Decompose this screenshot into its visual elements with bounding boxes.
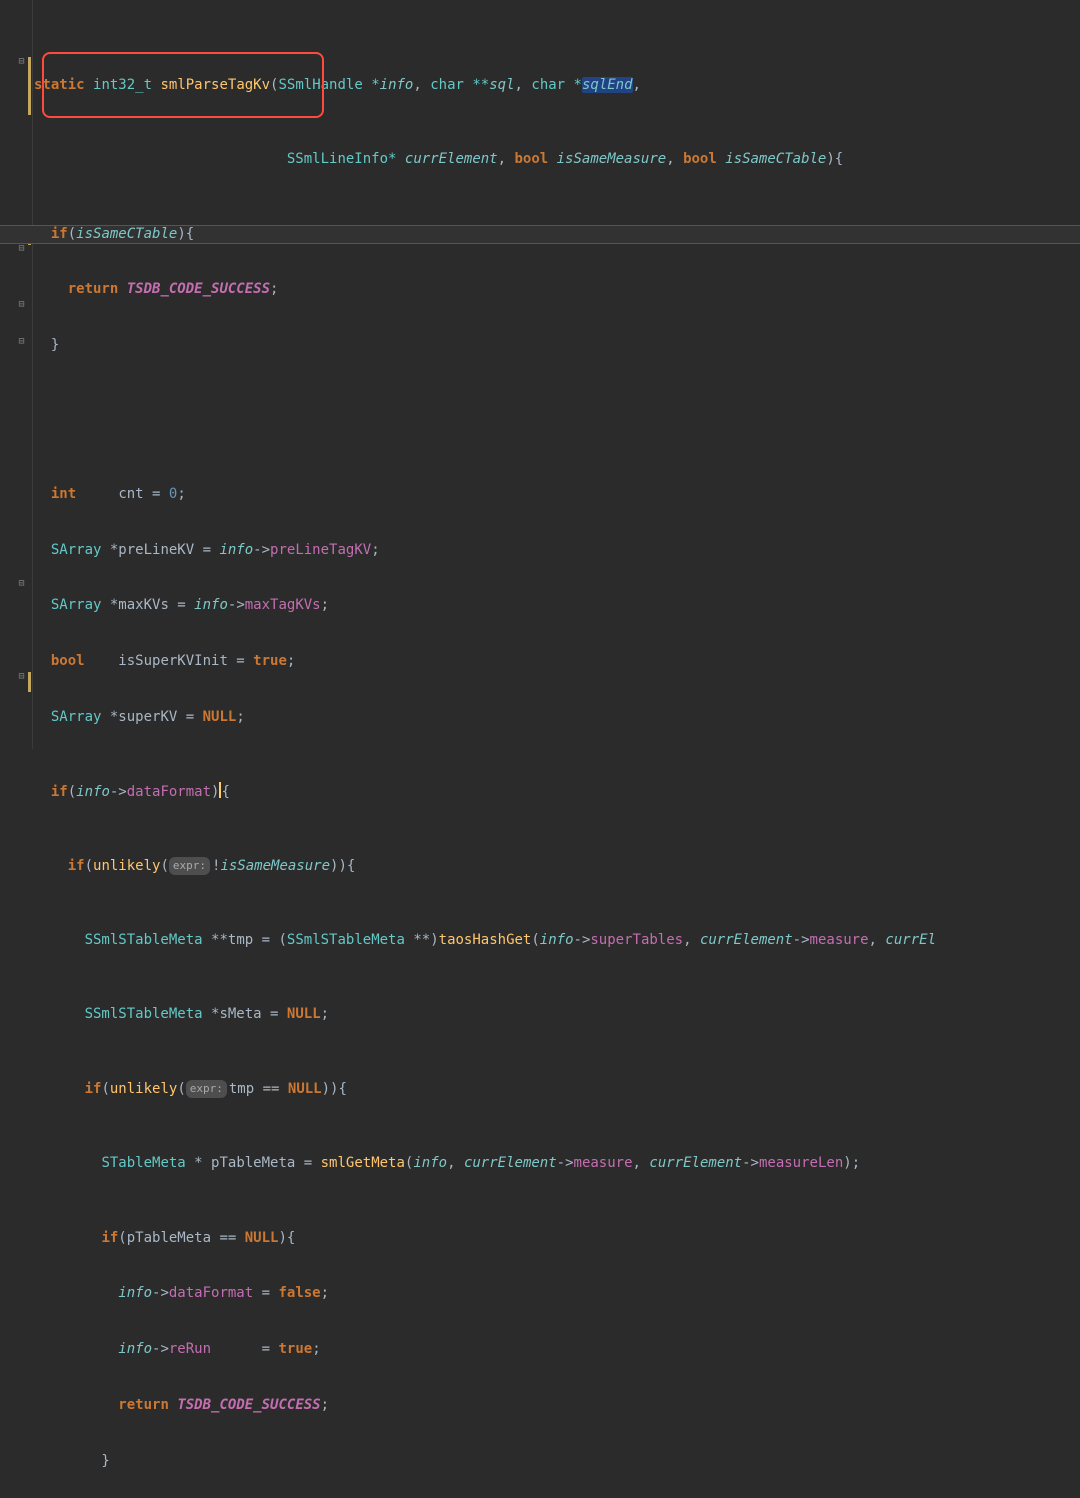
code-line[interactable]: [34, 410, 1080, 429]
fold-icon[interactable]: ⊟: [17, 300, 26, 309]
code-line[interactable]: STableMeta * pTableMeta = smlGetMeta(inf…: [34, 1154, 1080, 1173]
code-line[interactable]: }: [34, 1452, 1080, 1471]
change-marker: [28, 672, 31, 692]
code-line[interactable]: return TSDB_CODE_SUCCESS;: [34, 280, 1080, 299]
param-hint: expr:: [169, 857, 210, 876]
fold-icon[interactable]: ⊟: [17, 337, 26, 346]
code-content[interactable]: static int32_t smlParseTagKv(SSmlHandle …: [34, 20, 1080, 1498]
code-line[interactable]: SArray *maxKVs = info->maxTagKVs;: [34, 596, 1080, 615]
fold-icon[interactable]: ⊟: [17, 672, 26, 681]
code-line[interactable]: }: [34, 336, 1080, 355]
gutter: ⊟ ⊟ ⊟ ⊟ ⊟ ⊟ ⊟: [0, 0, 33, 749]
code-line[interactable]: static int32_t smlParseTagKv(SSmlHandle …: [34, 76, 1080, 95]
code-line[interactable]: SArray *preLineKV = info->preLineTagKV;: [34, 541, 1080, 560]
caret: [219, 782, 221, 798]
code-line[interactable]: if(unlikely(expr:tmp == NULL)){: [34, 1080, 1080, 1099]
code-line[interactable]: if(unlikely(expr:!isSameMeasure)){: [34, 857, 1080, 876]
code-line[interactable]: info->reRun = true;: [34, 1340, 1080, 1359]
fold-icon[interactable]: ⊟: [17, 579, 26, 588]
code-line[interactable]: info->dataFormat = false;: [34, 1284, 1080, 1303]
code-line[interactable]: if(info->dataFormat){: [34, 782, 1080, 801]
code-line[interactable]: return TSDB_CODE_SUCCESS;: [34, 1396, 1080, 1415]
change-marker: [28, 57, 31, 115]
code-line[interactable]: int cnt = 0;: [34, 485, 1080, 504]
code-line[interactable]: SArray *superKV = NULL;: [34, 708, 1080, 727]
code-line[interactable]: if(isSameCTable){: [34, 225, 1080, 244]
code-line[interactable]: bool isSuperKVInit = true;: [34, 652, 1080, 671]
code-line[interactable]: SSmlLineInfo* currElement, bool isSameMe…: [34, 150, 1080, 169]
code-line[interactable]: SSmlSTableMeta *sMeta = NULL;: [34, 1005, 1080, 1024]
fold-icon[interactable]: ⊟: [17, 57, 26, 66]
code-line[interactable]: if(pTableMeta == NULL){: [34, 1229, 1080, 1248]
code-line[interactable]: SSmlSTableMeta **tmp = (SSmlSTableMeta *…: [34, 931, 1080, 950]
fold-icon[interactable]: ⊟: [17, 244, 26, 253]
param-hint: expr:: [186, 1080, 227, 1099]
code-editor[interactable]: ⊟ ⊟ ⊟ ⊟ ⊟ ⊟ ⊟ static int32_t smlParseTag…: [0, 0, 1080, 749]
